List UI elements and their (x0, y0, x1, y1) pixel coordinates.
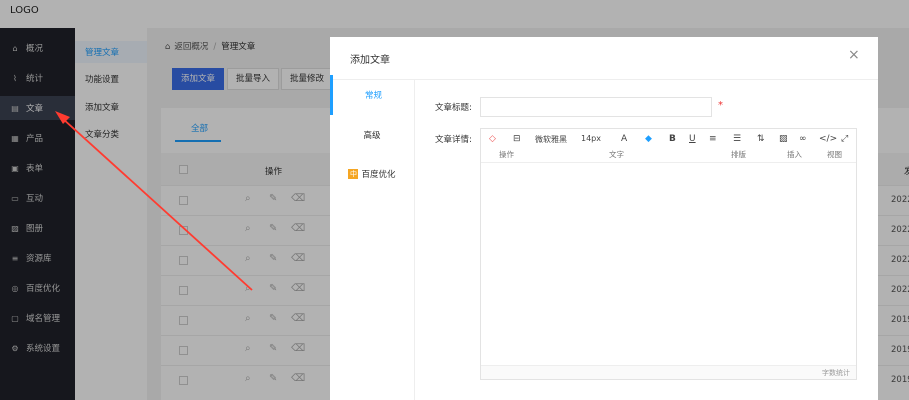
annotation-arrow (55, 111, 253, 291)
arrow-shaft (61, 117, 253, 291)
